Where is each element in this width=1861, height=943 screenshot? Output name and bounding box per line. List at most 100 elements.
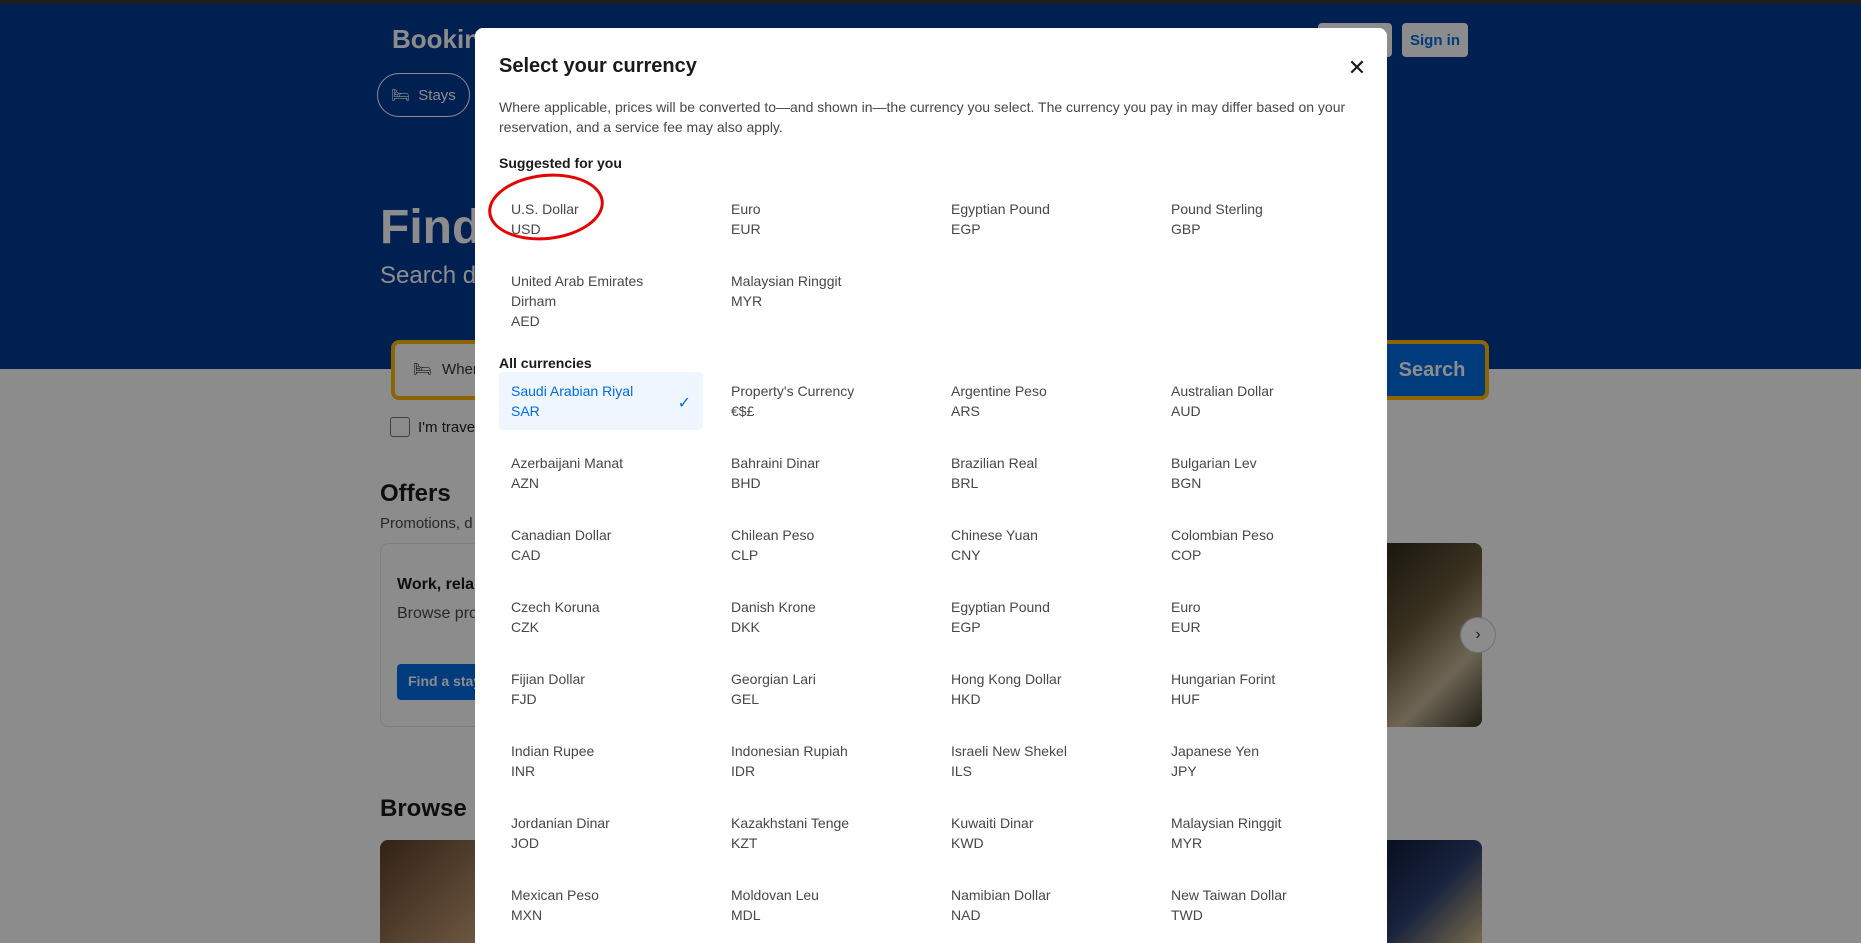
currency-code: DKK (731, 619, 760, 635)
currency-option-jpy[interactable]: Japanese Yen JPY (1159, 732, 1363, 790)
currency-option-eur[interactable]: Euro EUR (719, 190, 923, 248)
currency-option-cad[interactable]: Canadian Dollar CAD (499, 516, 703, 574)
currency-option-mxn[interactable]: Mexican Peso MXN (499, 876, 703, 934)
currency-option-twd[interactable]: New Taiwan Dollar TWD (1159, 876, 1363, 934)
currency-name: Pound Sterling (1171, 201, 1263, 217)
currency-code: ARS (951, 403, 980, 419)
suggested-heading: Suggested for you (499, 155, 622, 171)
currency-code: AED (511, 313, 540, 329)
close-icon[interactable]: ✕ (1341, 52, 1373, 84)
currency-option-idr[interactable]: Indonesian Rupiah IDR (719, 732, 923, 790)
currency-code: HKD (951, 691, 981, 707)
currency-option-fjd[interactable]: Fijian Dollar FJD (499, 660, 703, 718)
currency-option-aud[interactable]: Australian Dollar AUD (1159, 372, 1363, 430)
currency-code: AUD (1171, 403, 1201, 419)
all-currencies-heading: All currencies (499, 355, 592, 371)
currency-code: EGP (951, 221, 981, 237)
currency-option-cny[interactable]: Chinese Yuan CNY (939, 516, 1143, 574)
currency-code: AZN (511, 475, 539, 491)
currency-code: FJD (511, 691, 537, 707)
currency-code: BGN (1171, 475, 1202, 491)
currency-name: Israeli New Shekel (951, 743, 1067, 759)
currency-name: Malaysian Ringgit (731, 273, 842, 289)
currency-name: Kazakhstani Tenge (731, 815, 850, 831)
currency-name: Argentine Peso (951, 383, 1047, 399)
currency-code: GEL (731, 691, 760, 707)
currency-code: JPY (1171, 763, 1197, 779)
currency-code: COP (1171, 547, 1202, 563)
currency-option-myr[interactable]: Malaysian Ringgit MYR (719, 262, 923, 320)
currency-option-egp[interactable]: Egyptian Pound EGP (939, 588, 1143, 646)
currency-name: Australian Dollar (1171, 383, 1274, 399)
currency-name: Chinese Yuan (951, 527, 1038, 543)
currency-option-nad[interactable]: Namibian Dollar NAD (939, 876, 1143, 934)
currency-modal: Select your currency ✕ Where applicable,… (475, 28, 1387, 943)
currency-option-inr[interactable]: Indian Rupee INR (499, 732, 703, 790)
currency-option-bhd[interactable]: Bahraini Dinar BHD (719, 444, 923, 502)
currency-option-hkd[interactable]: Hong Kong Dollar HKD (939, 660, 1143, 718)
currency-name: Brazilian Real (951, 455, 1038, 471)
currency-code: ILS (951, 763, 973, 779)
currency-option-cop[interactable]: Colombian Peso COP (1159, 516, 1363, 574)
currency-name: Bahraini Dinar (731, 455, 820, 471)
currency-name: Hong Kong Dollar (951, 671, 1062, 687)
currency-code: MYR (731, 293, 763, 309)
currency-name: Japanese Yen (1171, 743, 1259, 759)
currency-name: Colombian Peso (1171, 527, 1274, 543)
currency-name: Mexican Peso (511, 887, 599, 903)
currency-code: EGP (951, 619, 981, 635)
currency-name: Saudi Arabian Riyal (511, 383, 634, 399)
currency-name: Czech Koruna (511, 599, 600, 615)
currency-code: JOD (511, 835, 539, 851)
currency-code: SAR (511, 403, 540, 419)
currency-option-eur[interactable]: Euro EUR (1159, 588, 1363, 646)
currency-option-brl[interactable]: Brazilian Real BRL (939, 444, 1143, 502)
currency-name: United Arab Emirates Dirham (511, 273, 644, 309)
currency-option-ars[interactable]: Argentine Peso ARS (939, 372, 1143, 430)
currency-option-clp[interactable]: Chilean Peso CLP (719, 516, 923, 574)
currency-option-[interactable]: Property's Currency €$£ (719, 372, 923, 430)
currency-name: Hungarian Forint (1171, 671, 1276, 687)
currency-code: CLP (731, 547, 759, 563)
currency-option-dkk[interactable]: Danish Krone DKK (719, 588, 923, 646)
currency-code: IDR (731, 763, 756, 779)
currency-name: Azerbaijani Manat (511, 455, 624, 471)
currency-code: CNY (951, 547, 981, 563)
currency-name: Bulgarian Lev (1171, 455, 1257, 471)
currency-option-bgn[interactable]: Bulgarian Lev BGN (1159, 444, 1363, 502)
currency-code: TWD (1171, 907, 1203, 923)
currency-option-egp[interactable]: Egyptian Pound EGP (939, 190, 1143, 248)
currency-code: MDL (731, 907, 761, 923)
currency-name: Egyptian Pound (951, 201, 1050, 217)
currency-option-myr[interactable]: Malaysian Ringgit MYR (1159, 804, 1363, 862)
currency-option-sar[interactable]: Saudi Arabian Riyal SAR ✓ (499, 372, 703, 430)
currency-code: MYR (1171, 835, 1203, 851)
currency-code: KWD (951, 835, 984, 851)
currency-option-kwd[interactable]: Kuwaiti Dinar KWD (939, 804, 1143, 862)
currency-name: New Taiwan Dollar (1171, 887, 1287, 903)
currency-option-aed[interactable]: United Arab Emirates Dirham AED (499, 262, 703, 340)
currency-option-mdl[interactable]: Moldovan Leu MDL (719, 876, 923, 934)
currency-code: NAD (951, 907, 981, 923)
currency-name: Danish Krone (731, 599, 816, 615)
currency-name: Chilean Peso (731, 527, 815, 543)
currency-option-czk[interactable]: Czech Koruna CZK (499, 588, 703, 646)
currency-option-jod[interactable]: Jordanian Dinar JOD (499, 804, 703, 862)
currency-code: INR (511, 763, 536, 779)
currency-name: Indian Rupee (511, 743, 595, 759)
currency-name: Kuwaiti Dinar (951, 815, 1034, 831)
currency-name: Moldovan Leu (731, 887, 819, 903)
currency-code: CZK (511, 619, 539, 635)
currency-option-gbp[interactable]: Pound Sterling GBP (1159, 190, 1363, 248)
currency-option-gel[interactable]: Georgian Lari GEL (719, 660, 923, 718)
currency-option-azn[interactable]: Azerbaijani Manat AZN (499, 444, 703, 502)
modal-title: Select your currency (499, 55, 697, 77)
currency-code: GBP (1171, 221, 1201, 237)
currency-option-kzt[interactable]: Kazakhstani Tenge KZT (719, 804, 923, 862)
currency-name: Indonesian Rupiah (731, 743, 848, 759)
currency-option-huf[interactable]: Hungarian Forint HUF (1159, 660, 1363, 718)
currency-name: Egyptian Pound (951, 599, 1050, 615)
currency-option-ils[interactable]: Israeli New Shekel ILS (939, 732, 1143, 790)
currency-name: Malaysian Ringgit (1171, 815, 1282, 831)
currency-code: HUF (1171, 691, 1200, 707)
